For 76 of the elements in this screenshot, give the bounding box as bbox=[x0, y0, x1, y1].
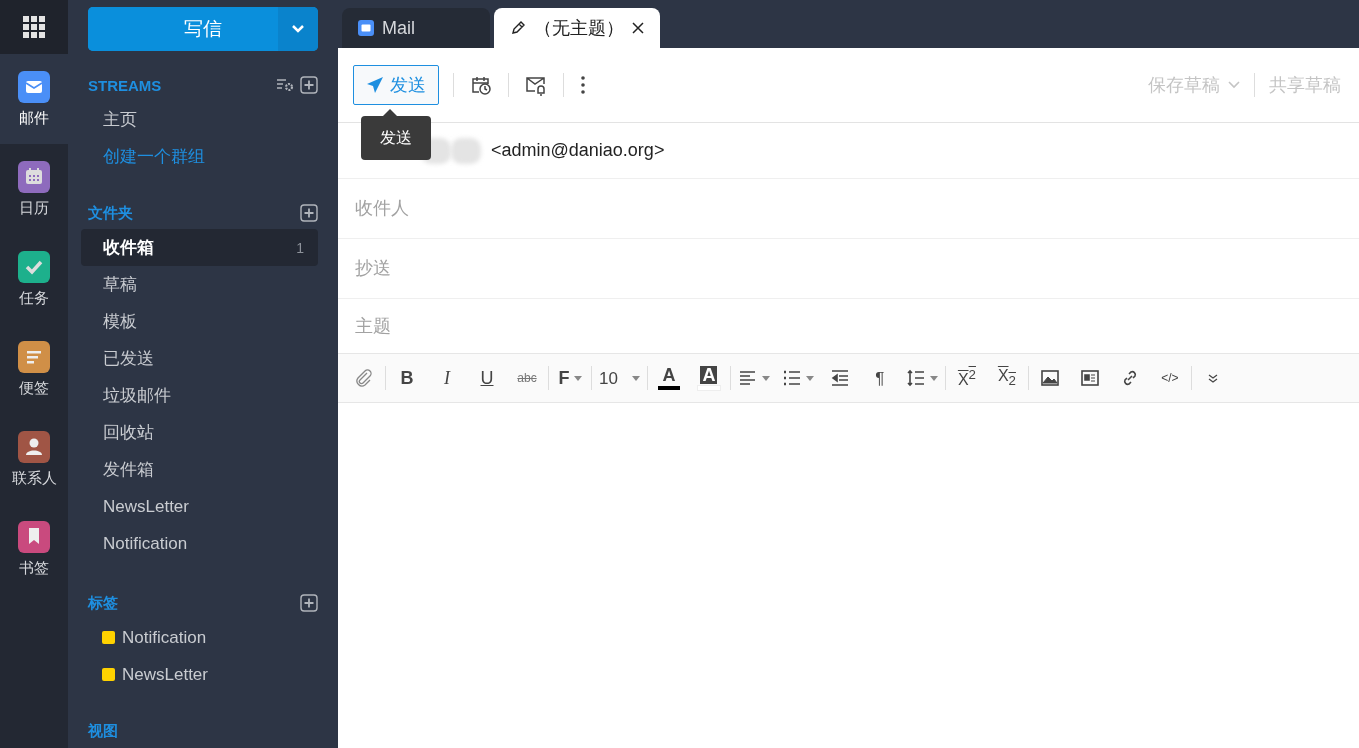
caret-icon bbox=[805, 375, 814, 381]
tag-item[interactable]: Notification bbox=[122, 627, 304, 648]
tooltip: 发送 bbox=[361, 109, 431, 160]
tag-item[interactable]: NewsLetter bbox=[122, 664, 304, 685]
tasks-app-icon bbox=[18, 250, 50, 283]
sender-address: <admin@daniao.org> bbox=[491, 140, 665, 161]
paragraph-button[interactable]: ¶ bbox=[861, 360, 898, 396]
tab[interactable]: （无主题） bbox=[494, 8, 660, 48]
mail-app-icon bbox=[18, 70, 50, 103]
app-nav-item[interactable]: 邮件 bbox=[0, 54, 68, 144]
font-size-dropdown[interactable]: 10 bbox=[595, 360, 644, 396]
add-icon[interactable] bbox=[300, 76, 318, 94]
cc-field[interactable]: 抄送 bbox=[353, 257, 1344, 280]
folder-item[interactable]: Notification bbox=[81, 525, 318, 562]
underline-button[interactable]: U bbox=[469, 360, 505, 396]
line-height-icon bbox=[905, 368, 926, 388]
tooltip-pointer-icon bbox=[383, 109, 397, 116]
folder-item[interactable]: 草稿 bbox=[81, 266, 318, 303]
text-color-button[interactable]: A bbox=[650, 360, 687, 396]
section-heading: 视图 bbox=[88, 721, 118, 741]
highlight-color-button[interactable]: A bbox=[690, 360, 727, 396]
calendar-clock-icon bbox=[470, 74, 492, 96]
folder-item[interactable]: 已发送 bbox=[81, 340, 318, 377]
card-icon bbox=[1079, 368, 1100, 388]
section-heading: 文件夹 bbox=[88, 203, 133, 223]
add-icon[interactable] bbox=[300, 204, 318, 222]
create-group-link[interactable]: 创建一个群组 bbox=[103, 145, 304, 168]
app-nav-item[interactable]: 便签 bbox=[0, 324, 68, 414]
add-icon[interactable] bbox=[300, 594, 318, 612]
image-icon bbox=[1039, 368, 1060, 388]
folder-item[interactable]: 回收站 bbox=[81, 414, 318, 451]
subscript-button[interactable]: X$_{2}$ bbox=[988, 360, 1025, 396]
more-options-icon[interactable] bbox=[578, 73, 588, 97]
stream-item[interactable]: 主页 bbox=[103, 108, 304, 131]
caret-icon bbox=[761, 375, 770, 381]
folder-item[interactable]: 垃圾邮件 bbox=[81, 377, 318, 414]
apps-grid-icon[interactable] bbox=[23, 16, 45, 38]
pencil-icon bbox=[510, 20, 526, 36]
folder-item[interactable]: 发件箱 bbox=[81, 451, 318, 488]
recipient-field[interactable]: 收件人 bbox=[353, 197, 1344, 220]
notes-app-icon bbox=[18, 340, 50, 373]
italic-button[interactable]: I bbox=[429, 360, 465, 396]
superscript-button[interactable]: X$^{2}$ bbox=[948, 360, 985, 396]
bullet-list-icon bbox=[781, 368, 802, 388]
list-settings-icon[interactable] bbox=[276, 77, 294, 93]
caret-icon bbox=[929, 375, 938, 381]
folder-item[interactable]: 模板 bbox=[81, 303, 318, 340]
caret-icon bbox=[631, 375, 640, 381]
folder-item[interactable]: 收件箱 1 bbox=[81, 229, 318, 266]
paper-plane-icon bbox=[366, 76, 384, 94]
close-icon[interactable] bbox=[632, 22, 644, 34]
source-code-button[interactable]: </> bbox=[1151, 360, 1188, 396]
envelope-bell-icon bbox=[525, 74, 547, 96]
bookmarks-app-icon bbox=[18, 520, 50, 553]
calendar-app-icon bbox=[18, 160, 50, 193]
app-nav-item[interactable]: 联系人 bbox=[0, 414, 68, 504]
outdent-icon bbox=[829, 368, 850, 388]
contacts-app-icon bbox=[18, 430, 50, 463]
blurred-name bbox=[421, 137, 481, 164]
unread-count: 1 bbox=[296, 239, 304, 256]
app-nav-item[interactable]: 书签 bbox=[0, 504, 68, 594]
mail-app-icon bbox=[358, 20, 374, 36]
caret-icon bbox=[573, 375, 582, 381]
bold-button[interactable]: B bbox=[389, 360, 425, 396]
tab[interactable]: Mail bbox=[342, 8, 490, 48]
section-heading: 标签 bbox=[88, 593, 118, 613]
section-heading: STREAMS bbox=[88, 76, 162, 94]
paperclip-icon bbox=[354, 368, 374, 388]
folder-item[interactable]: NewsLetter bbox=[81, 488, 318, 525]
subject-field[interactable]: 主题 bbox=[353, 314, 1344, 338]
app-nav-item[interactable]: 任务 bbox=[0, 234, 68, 324]
chevron-down-icon bbox=[291, 24, 305, 34]
app-nav-item[interactable]: 日历 bbox=[0, 144, 68, 234]
align-left-icon bbox=[737, 368, 758, 388]
strikethrough-button[interactable]: abc bbox=[509, 360, 545, 396]
font-family-button[interactable]: F bbox=[552, 360, 588, 396]
